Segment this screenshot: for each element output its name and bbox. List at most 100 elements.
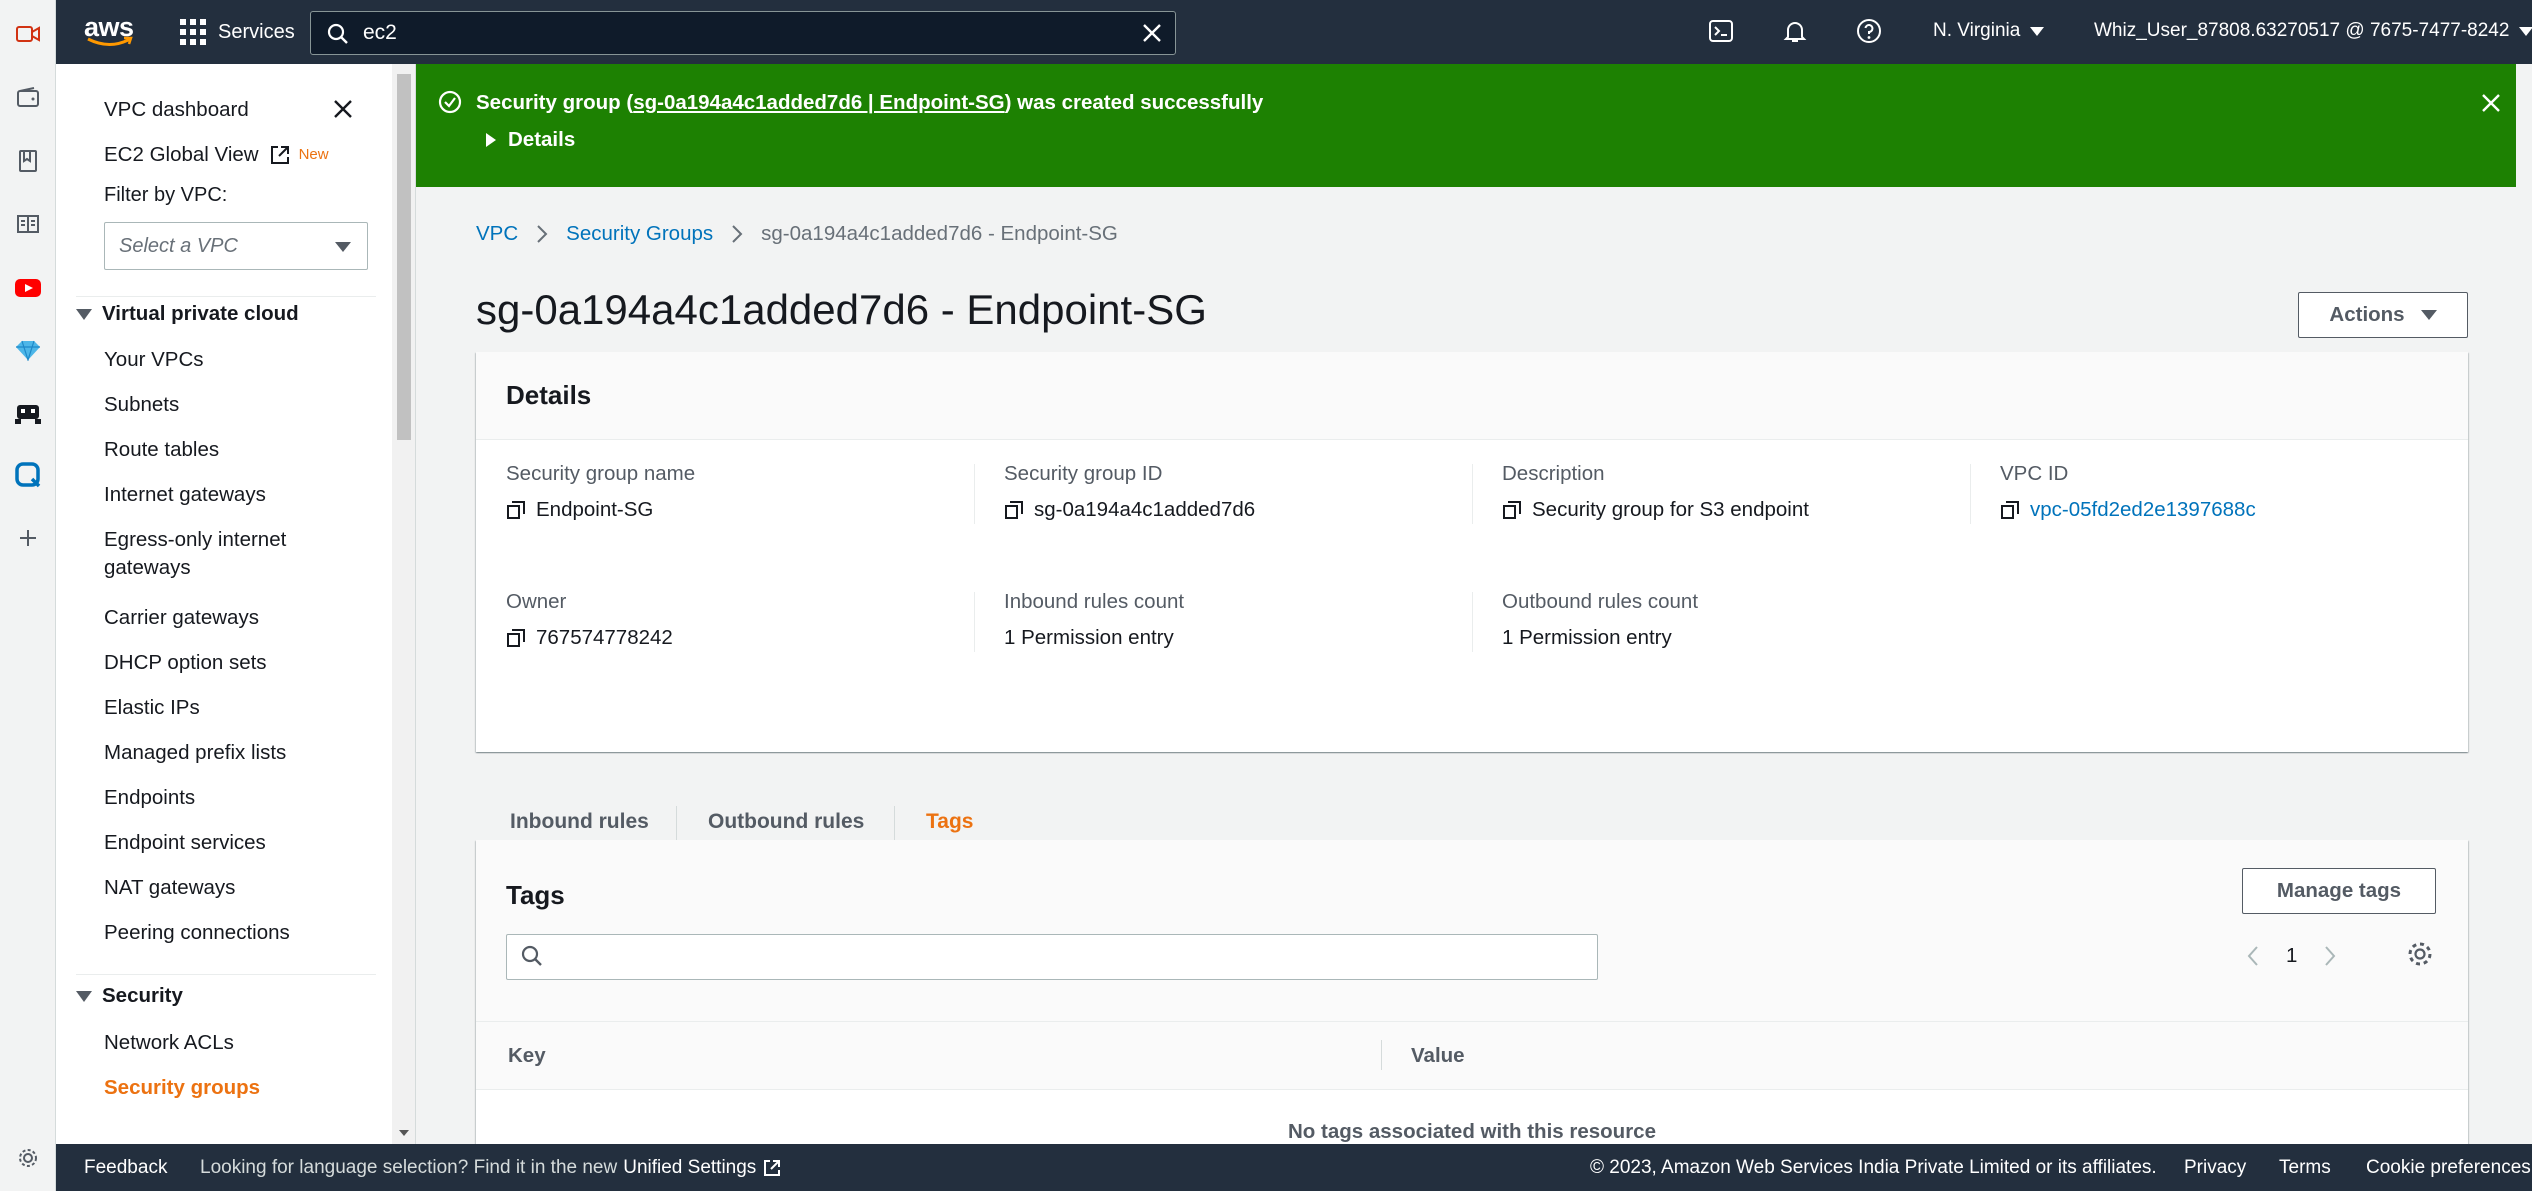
sidebar-item-endpoint-services[interactable]: Endpoint services [104,829,266,857]
global-search-input[interactable] [363,20,1103,46]
diamond-icon[interactable] [10,332,46,368]
main-scrollbar[interactable] [2516,64,2532,1144]
page-title: sg-0a194a4c1added7d6 - Endpoint-SG [476,286,1207,333]
page-number[interactable]: 1 [2286,944,2297,968]
settings-gear-icon[interactable] [10,1140,46,1176]
field-label: Owner [506,590,567,613]
sidebar-scrollbar[interactable] [392,64,415,1144]
tab-inbound-rules[interactable]: Inbound rules [510,810,649,834]
sidebar-item-security-groups[interactable]: Security groups [104,1074,260,1102]
tags-search-input[interactable] [553,943,1583,971]
sidebar-section-virtual-private-cloud[interactable]: Virtual private cloud [76,302,299,326]
new-badge: New [298,146,329,163]
gear-icon[interactable] [2406,940,2434,968]
robot-icon[interactable] [10,394,46,430]
field-value: Security group for S3 endpoint [1532,498,1809,521]
privacy-link[interactable]: Privacy [2184,1157,2246,1179]
sidebar-item-managed-prefix-lists[interactable]: Managed prefix lists [104,739,286,767]
copy-icon[interactable] [506,500,526,520]
aws-logo[interactable]: aws [84,12,140,52]
language-notice-text: Looking for language selection? Find it … [200,1157,618,1178]
browser-side-rail [0,0,56,1191]
chat-q-icon[interactable] [10,457,46,493]
clear-search-icon[interactable] [1141,22,1163,44]
breadcrumb-security-groups[interactable]: Security Groups [566,222,713,246]
tags-search-box[interactable] [506,934,1598,980]
sidebar-item-egress-only-internet-gateways[interactable]: Egress-only internet gateways [104,526,324,582]
sidebar-item-route-tables[interactable]: Route tables [104,436,219,464]
flash-sg-link[interactable]: sg-0a194a4c1added7d6 | Endpoint-SG [633,91,1004,114]
vpc-id-field: VPC ID vpc-05fd2ed2e1397688c [2000,462,2256,522]
description-field: Description Security group for S3 endpoi… [1502,462,1809,522]
sidebar-item-endpoints[interactable]: Endpoints [104,784,195,812]
help-icon[interactable] [1856,18,1884,46]
empty-tags-message: No tags associated with this resource [1288,1120,1656,1143]
sidebar-scrollbar-thumb[interactable] [397,74,411,440]
flash-suffix: ) was created successfully [1004,91,1264,114]
global-search-box[interactable] [310,11,1176,55]
chevron-right-icon[interactable] [2323,945,2337,967]
details-panel: Details Security group name Endpoint-SG … [476,352,2468,752]
details-panel-header: Details [476,352,2468,440]
services-menu-button[interactable]: Services [180,16,295,48]
security-group-id-field: Security group ID sg-0a194a4c1added7d6 [1004,462,1255,522]
reader-icon[interactable] [10,206,46,242]
sidebar-item-subnets[interactable]: Subnets [104,391,179,419]
book-icon[interactable] [10,143,46,179]
chevron-left-icon[interactable] [2246,945,2260,967]
manage-tags-button[interactable]: Manage tags [2242,868,2436,914]
cookie-preferences-link[interactable]: Cookie preferences [2366,1157,2531,1179]
actions-button[interactable]: Actions [2298,292,2468,338]
unified-settings-link[interactable]: Unified Settings [623,1157,756,1179]
vpc-id-link[interactable]: vpc-05fd2ed2e1397688c [2030,498,2256,522]
sidebar-item-peering-connections[interactable]: Peering connections [104,919,290,947]
caret-down-icon [76,990,92,1002]
vpc-filter-select[interactable]: Select a VPC [104,222,368,270]
terms-link[interactable]: Terms [2279,1157,2331,1179]
sidebar-item-nat-gateways[interactable]: NAT gateways [104,874,235,902]
flash-details-toggle[interactable]: Details [486,128,575,152]
close-sidebar-icon[interactable] [332,98,354,120]
copy-icon[interactable] [1502,500,1522,520]
column-header-key[interactable]: Key [508,1044,546,1068]
sidebar-item-network-acls[interactable]: Network ACLs [104,1029,234,1057]
sidebar-item-carrier-gateways[interactable]: Carrier gateways [104,604,259,632]
column-header-value[interactable]: Value [1411,1044,1465,1068]
sidebar-item-elastic-ips[interactable]: Elastic IPs [104,694,200,722]
caret-down-icon [335,242,351,252]
tab-tags[interactable]: Tags [926,810,973,834]
copy-icon[interactable] [506,628,526,648]
scroll-down-arrow-icon[interactable] [399,1130,409,1136]
close-icon[interactable] [2480,92,2502,114]
field-value: Endpoint-SG [536,498,654,521]
tags-panel-header: Tags Manage tags 1 [476,840,2468,1022]
aws-smile-icon [87,36,133,46]
region-selector[interactable]: N. Virginia [1933,20,2045,42]
sidebar-item-dhcp-option-sets[interactable]: DHCP option sets [104,649,267,677]
youtube-icon[interactable] [10,270,46,306]
video-icon[interactable] [10,16,46,52]
chevron-right-icon [732,225,743,243]
copy-icon[interactable] [1004,500,1024,520]
cloudshell-icon[interactable] [1708,18,1736,46]
account-menu[interactable]: Whiz_User_87808.63270517 @ 7675-7477-824… [2094,20,2532,42]
tags-heading: Tags [506,880,565,910]
sidebar-section-security[interactable]: Security [76,984,183,1008]
sidebar-item-internet-gateways[interactable]: Internet gateways [104,481,266,509]
sidebar-item-ec2-global-view[interactable]: EC2 Global View New [104,141,329,169]
sidebar-item-vpc-dashboard[interactable]: VPC dashboard [104,96,249,124]
breadcrumb-vpc[interactable]: VPC [476,222,518,246]
field-label: Outbound rules count [1502,590,1699,613]
chevron-right-icon [537,225,548,243]
owner-field: Owner 767574778242 [506,590,673,650]
feedback-link[interactable]: Feedback [84,1157,167,1179]
wallet-icon[interactable] [10,80,46,116]
account-label: Whiz_User_87808.63270517 @ 7675-7477-824… [2094,20,2510,41]
pagination: 1 [2246,944,2337,968]
tab-outbound-rules[interactable]: Outbound rules [708,810,864,834]
sidebar-section-label: Security [102,984,183,1007]
copy-icon[interactable] [2000,500,2020,520]
sidebar-item-your-vpcs[interactable]: Your VPCs [104,346,204,374]
notifications-bell-icon[interactable] [1782,18,1810,46]
add-icon[interactable] [10,520,46,556]
